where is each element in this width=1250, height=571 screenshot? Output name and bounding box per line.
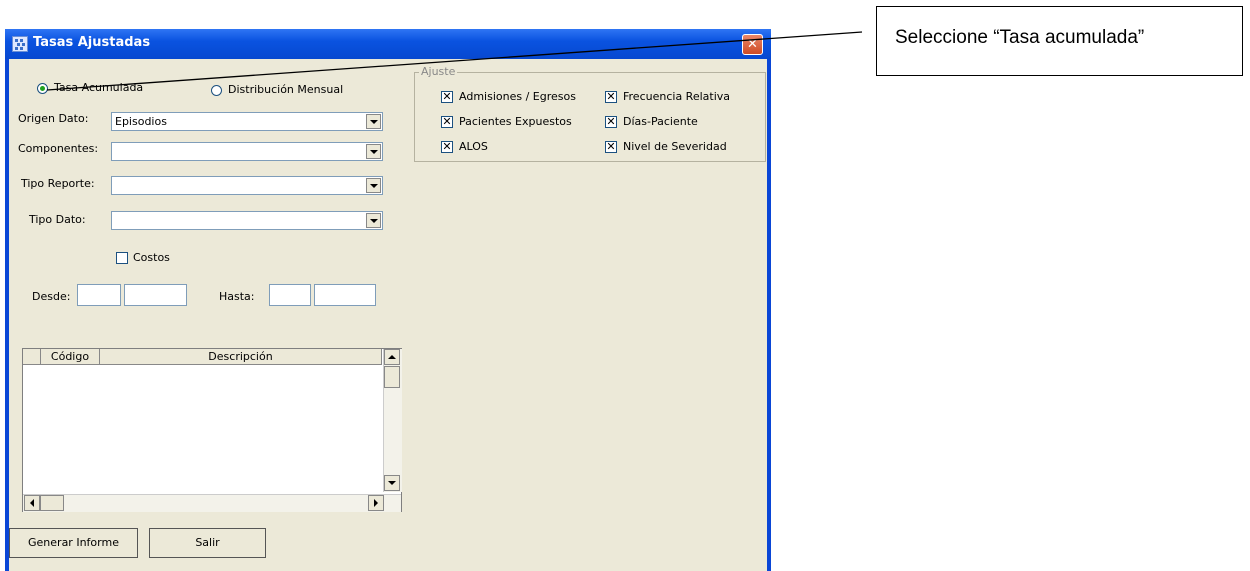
callout-pointer-line [46,31,863,91]
